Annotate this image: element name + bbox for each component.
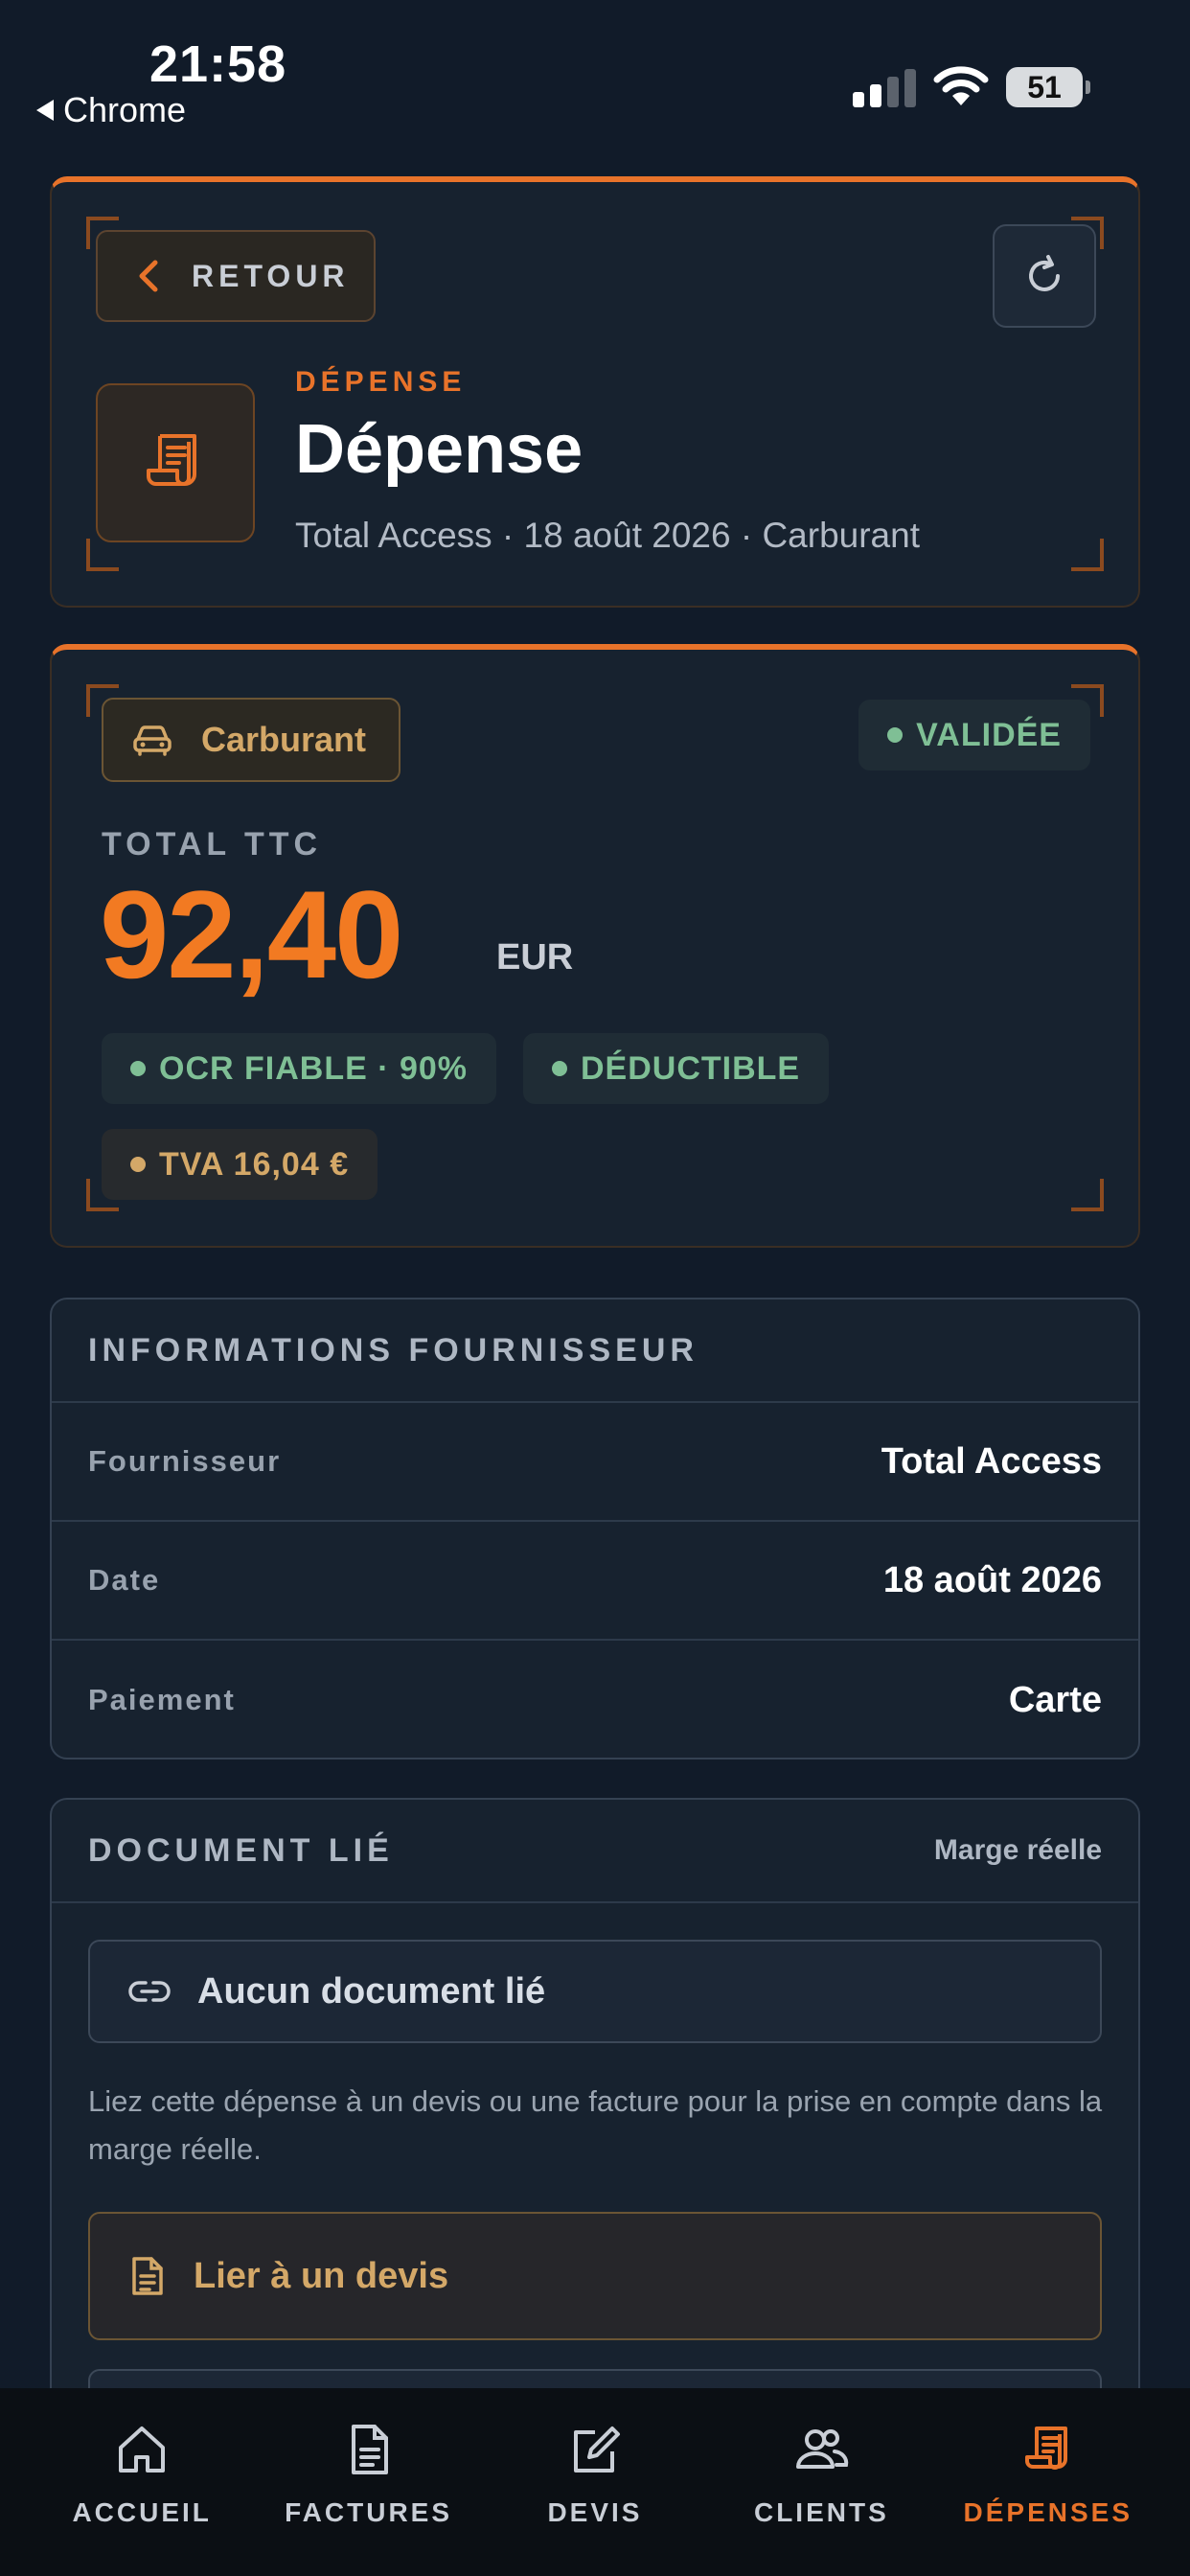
nav-item-clients[interactable]: CLIENTS [716,2421,927,2576]
page-title: Dépense [295,411,584,488]
total-currency: EUR [496,937,574,978]
corner-decoration [86,539,119,571]
back-button[interactable]: RETOUR [96,230,376,322]
info-row-payment: Paiement Carte [52,1641,1138,1758]
ocr-confidence-badge: OCR FIABLE · 90% [102,1033,497,1104]
nav-label: ACCUEIL [72,2497,212,2527]
badge-dot-icon [130,1157,146,1172]
expense-header-card: RETOUR DÉPENSE Dépense Total Access · 18… [50,176,1140,608]
page-kicker: DÉPENSE [295,366,467,398]
section-header: DOCUMENT LIÉ Marge réelle [52,1800,1138,1903]
info-value: Total Access [881,1440,1102,1482]
total-amount: 92,40 [100,864,403,1004]
badge-dot-icon [552,1061,567,1076]
battery-icon: 51 [1006,67,1090,107]
info-value: 18 août 2026 [882,1559,1102,1600]
users-icon [796,2429,849,2469]
nav-label: DEVIS [547,2497,643,2527]
category-badge: Carburant [102,698,400,782]
section-title: DOCUMENT LIÉ [88,1831,394,1869]
no-document-label: Aucun document lié [197,1970,546,2012]
bottom-navigation: ACCUEIL FACTURES DEVIS CLIENTS DÉPENSES [0,2388,1190,2576]
cellular-signal-icon [853,67,916,107]
supplier-info-card: INFORMATIONS FOURNISSEUR Fournisseur Tot… [50,1298,1140,1760]
section-title: INFORMATIONS FOURNISSEUR [88,1331,698,1368]
back-app-label: Chrome [63,90,187,129]
back-triangle-icon [36,100,54,121]
status-badge: VALIDÉE [858,700,1090,770]
badge-dot-icon [130,1061,146,1076]
invoice-icon [351,2425,388,2474]
refresh-button[interactable] [993,224,1096,328]
document-icon [132,2257,163,2295]
linked-document-card: DOCUMENT LIÉ Marge réelle Aucun document… [50,1798,1140,2411]
info-value: Carte [1008,1679,1102,1720]
corner-decoration [1071,539,1104,571]
nav-label: DÉPENSES [963,2497,1133,2527]
link-hint-text: Liez cette dépense à un devis ou une fac… [88,2084,1103,2166]
deductible-label: DÉDUCTIBLE [581,1049,801,1087]
receipt-icon [147,434,196,486]
status-bar: 21:58 Chrome 51 [0,0,1190,144]
status-time: 21:58 [149,35,287,93]
expense-type-icon-box [96,383,255,542]
wifi-icon [933,66,989,105]
nav-item-depenses[interactable]: DÉPENSES [943,2421,1154,2576]
ocr-confidence-label: OCR FIABLE · 90% [159,1049,469,1087]
deductible-badge: DÉDUCTIBLE [523,1033,830,1104]
status-dot-icon [887,727,904,743]
total-label: TOTAL TTC [102,826,323,862]
battery-level: 51 [1027,69,1062,104]
refresh-icon [1029,255,1060,291]
info-label: Fournisseur [88,1444,282,1478]
link-to-quote-label: Lier à un devis [194,2255,449,2296]
section-aside-label: Marge réelle [933,1834,1102,1866]
corner-decoration [1071,1179,1104,1211]
back-to-app-link[interactable]: Chrome [36,90,186,130]
home-icon [119,2426,166,2472]
nav-item-accueil[interactable]: ACCUEIL [36,2421,247,2576]
car-icon [133,725,172,756]
no-linked-document: Aucun document lié [88,1940,1102,2043]
link-icon [128,1981,171,2002]
info-label: Date [88,1563,161,1597]
tva-badge: TVA 16,04 € [102,1129,378,1200]
nav-label: CLIENTS [753,2497,889,2527]
info-row-supplier: Fournisseur Total Access [52,1403,1138,1522]
nav-label: FACTURES [285,2497,453,2527]
link-to-quote-button[interactable]: Lier à un devis [88,2212,1102,2340]
edit-icon [573,2426,620,2472]
back-button-label: RETOUR [192,258,350,293]
expense-summary-card: Carburant VALIDÉE TOTAL TTC 92,40 EUR OC… [50,644,1140,1248]
status-label: VALIDÉE [916,716,1062,753]
category-label: Carburant [201,720,367,759]
receipt-icon [1024,2426,1067,2470]
nav-item-factures[interactable]: FACTURES [263,2421,474,2576]
chevron-left-icon [139,260,158,292]
info-label: Paiement [88,1683,236,1716]
info-row-date: Date 18 août 2026 [52,1522,1138,1641]
section-header: INFORMATIONS FOURNISSEUR [52,1300,1138,1403]
nav-item-devis[interactable]: DEVIS [490,2421,700,2576]
tva-label: TVA 16,04 € [159,1145,350,1183]
page-subtitle: Total Access · 18 août 2026 · Carburant [295,516,920,555]
